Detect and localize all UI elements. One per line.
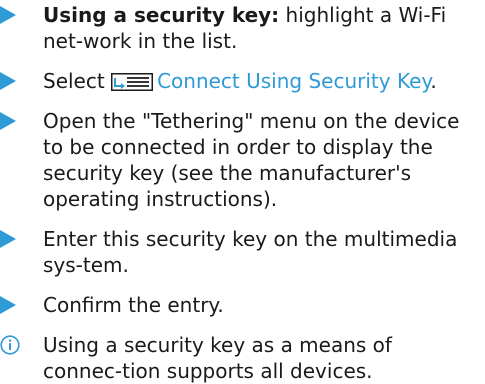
step-suffix: . [430,69,437,93]
step-bullet-icon [0,72,16,90]
step-bullet-icon [0,112,16,130]
step-bullet-icon [0,6,16,24]
connect-using-security-key-link[interactable]: Connect Using Security Key [157,69,430,93]
step-select-connect: Select Connect Using Security Key. [0,68,485,94]
step-bullet-icon [0,230,16,248]
step-confirm-entry: Confirm the entry. [0,292,485,318]
menu-list-icon [111,73,154,91]
step-using-security-key: Using a security key: highlight a Wi-Fi … [0,2,485,54]
instruction-list: Using a security key: highlight a Wi-Fi … [0,2,485,384]
info-note: Using a security key as a means of conne… [0,332,485,384]
info-icon [0,335,20,355]
step-enter-security-key: Enter this security key on the multimedi… [0,226,485,278]
step-text: Confirm the entry. [43,293,224,317]
note-text: Using a security key as a means of conne… [43,333,392,383]
step-heading: Using a security key: [43,3,280,27]
step-prefix: Select [43,69,112,93]
step-text: Open the "Tethering" menu on the device … [43,109,460,211]
step-bullet-icon [0,296,16,314]
step-text: Enter this security key on the multimedi… [43,227,458,277]
step-open-tethering: Open the "Tethering" menu on the device … [0,108,485,212]
